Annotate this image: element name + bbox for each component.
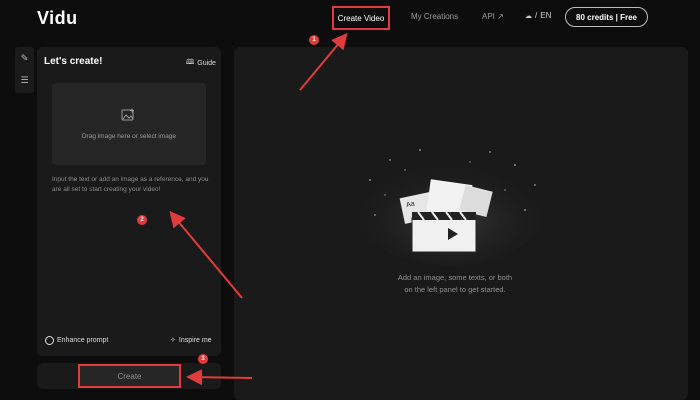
sliders-icon[interactable]: ☰ — [18, 74, 31, 87]
annotation-badge-3: 3 — [198, 354, 208, 364]
image-icon — [121, 108, 134, 121]
nav-my-creations[interactable]: My Creations — [411, 12, 458, 21]
enhance-prompt-toggle[interactable]: Enhance prompt — [45, 336, 108, 345]
credits-button[interactable]: 80 credits | Free — [565, 7, 648, 27]
annotation-badge-1: 1 — [309, 35, 319, 45]
guide-link[interactable]: 🕮 Guide — [186, 58, 216, 69]
nav-create-video[interactable]: Create Video — [332, 6, 390, 30]
empty-state-line-2: on the left panel to get started. — [404, 285, 506, 294]
dropzone-text: Drag image here or select image — [81, 133, 177, 140]
create-button[interactable]: Create — [78, 364, 181, 388]
mode-toolbar: ✎ ☰ — [15, 47, 34, 93]
magic-wand-icon: ✧ — [170, 337, 176, 344]
language-separator: / — [535, 11, 538, 20]
empty-state-line-1: Add an image, some texts, or both — [397, 273, 513, 282]
empty-state-text: Add an image, some texts, or both on the… — [370, 272, 540, 296]
prompt-input[interactable]: Input the text or add an image as a refe… — [52, 175, 212, 195]
clapperboard-icon — [411, 217, 477, 253]
language-switcher[interactable]: ☁ / EN — [525, 11, 551, 20]
inspire-me-button[interactable]: ✧ Inspire me — [170, 336, 212, 345]
annotation-badge-2: 2 — [137, 215, 147, 225]
image-dropzone[interactable] — [52, 83, 206, 165]
check-circle-icon — [45, 336, 54, 345]
empty-state-illustration: Aa — [355, 149, 545, 265]
nav-api[interactable]: API ↗ — [482, 12, 504, 21]
translate-icon: ☁ — [525, 12, 532, 20]
book-icon: 🕮 — [186, 59, 195, 66]
language-label: EN — [540, 11, 552, 20]
panel-title: Let's create! — [44, 56, 103, 67]
brush-icon[interactable]: ✎ — [18, 52, 31, 65]
guide-label: Guide — [197, 60, 216, 67]
app-logo[interactable]: Vidu — [37, 8, 78, 29]
inspire-me-label: Inspire me — [178, 336, 212, 344]
enhance-prompt-label: Enhance prompt — [57, 337, 109, 344]
